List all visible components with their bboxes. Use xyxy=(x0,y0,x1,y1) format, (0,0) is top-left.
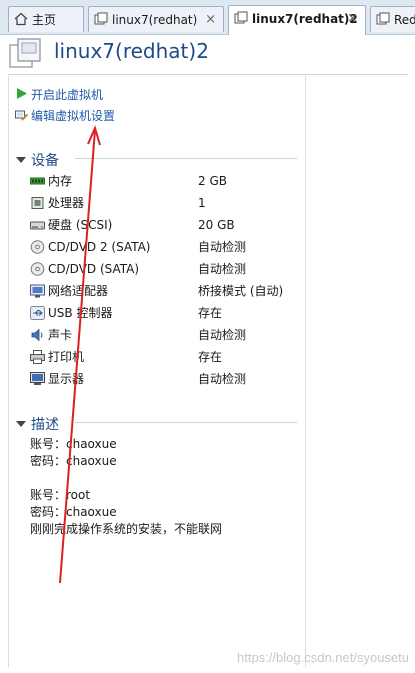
device-value: 自动检测 xyxy=(198,240,247,254)
device-row-hard-disk[interactable]: 硬盘 (SCSI) 20 GB xyxy=(30,215,290,235)
description-section-header[interactable]: 描述 xyxy=(16,414,59,434)
device-name: 硬盘 (SCSI) xyxy=(48,218,113,232)
device-name: 内存 xyxy=(48,174,73,188)
description-line: 密码：chaoxue xyxy=(30,505,117,519)
device-value: 存在 xyxy=(198,350,223,364)
device-row-usb-controller[interactable]: USB 控制器 存在 xyxy=(30,303,290,323)
device-row-network-adapter[interactable]: 网络适配器 桥接模式 (自动) xyxy=(30,281,290,301)
play-icon xyxy=(17,88,27,99)
power-on-vm-link[interactable]: 开启此虚拟机 xyxy=(17,86,104,103)
device-row-processor[interactable]: 处理器 1 xyxy=(30,193,290,213)
edit-vm-settings-link[interactable]: 编辑虚拟机设置 xyxy=(15,107,116,124)
description-line: 账号：chaoxue xyxy=(30,437,117,451)
device-row-sound-card[interactable]: 声卡 自动检测 xyxy=(30,325,290,345)
tab-label: linux7(redhat) xyxy=(112,13,198,27)
tab-red-truncated[interactable]: Red xyxy=(370,6,415,32)
device-name: 声卡 xyxy=(48,328,73,342)
device-value: 自动检测 xyxy=(198,262,247,276)
collapse-triangle-icon xyxy=(16,157,26,163)
devices-section-title: 设备 xyxy=(31,153,59,169)
vm-tab-icon xyxy=(94,12,108,25)
device-name: 打印机 xyxy=(48,350,85,364)
device-row-memory[interactable]: 内存 2 GB xyxy=(30,171,290,191)
device-row-cd-dvd-2[interactable]: CD/DVD 2 (SATA) 自动检测 xyxy=(30,237,290,257)
device-value: 20 GB xyxy=(198,218,235,232)
device-name: 处理器 xyxy=(48,196,85,210)
description-line: 账号：root xyxy=(30,488,91,502)
device-row-display[interactable]: 显示器 自动检测 xyxy=(30,369,290,389)
edit-settings-icon xyxy=(15,110,28,121)
memory-icon xyxy=(30,177,45,185)
usb-icon xyxy=(30,306,45,320)
tab-linux7-redhat[interactable]: linux7(redhat) × xyxy=(88,6,224,32)
edit-vm-settings-label: 编辑虚拟机设置 xyxy=(31,109,116,123)
printer-icon xyxy=(30,350,45,364)
tab-home[interactable]: 主页 xyxy=(8,6,84,32)
device-value: 自动检测 xyxy=(198,328,247,342)
device-name: USB 控制器 xyxy=(48,306,113,320)
cd-dvd-icon xyxy=(30,262,45,276)
device-value: 自动检测 xyxy=(198,372,247,386)
device-row-cd-dvd[interactable]: CD/DVD (SATA) 自动检测 xyxy=(30,259,290,279)
device-value: 1 xyxy=(198,196,206,210)
device-name: 显示器 xyxy=(48,372,85,386)
divider xyxy=(75,158,297,159)
device-name: CD/DVD (SATA) xyxy=(48,262,140,276)
cd-dvd-icon xyxy=(30,240,45,254)
divider xyxy=(8,74,408,75)
description-line: 密码：chaoxue xyxy=(30,454,117,468)
device-value: 存在 xyxy=(198,306,223,320)
divider xyxy=(75,422,297,423)
tab-label: linux7(redhat)2 xyxy=(252,12,358,26)
tab-label: Red xyxy=(394,13,415,27)
processor-icon xyxy=(31,197,44,209)
description-section-title: 描述 xyxy=(31,417,59,433)
vm-title: linux7(redhat)2 xyxy=(54,39,209,63)
device-row-printer[interactable]: 打印机 存在 xyxy=(30,347,290,367)
home-icon xyxy=(14,12,28,26)
power-on-vm-label: 开启此虚拟机 xyxy=(31,88,104,102)
collapse-triangle-icon xyxy=(16,421,26,427)
device-name: CD/DVD 2 (SATA) xyxy=(48,240,151,254)
devices-section-header[interactable]: 设备 xyxy=(16,150,59,170)
display-icon xyxy=(30,372,45,385)
close-icon[interactable]: × xyxy=(205,7,216,32)
close-icon[interactable]: × xyxy=(347,6,358,32)
watermark: https://blog.csdn.net/syousetu xyxy=(237,650,409,665)
tab-bar: 主页 linux7(redhat) × linux7(redhat)2 × Re… xyxy=(0,0,415,35)
tab-linux7-redhat2[interactable]: linux7(redhat)2 × xyxy=(228,5,366,35)
virtual-machine-icon xyxy=(9,38,41,68)
sound-card-icon xyxy=(31,328,43,342)
description-line: 刚刚完成操作系统的安装，不能联网 xyxy=(30,522,223,536)
hard-disk-icon xyxy=(30,221,45,230)
vm-tab-icon xyxy=(234,11,248,24)
device-name: 网络适配器 xyxy=(48,284,109,298)
device-value: 桥接模式 (自动) xyxy=(198,284,284,298)
tab-home-label: 主页 xyxy=(32,13,57,27)
network-adapter-icon xyxy=(30,284,45,298)
vm-tab-icon xyxy=(376,12,390,25)
device-value: 2 GB xyxy=(198,174,227,188)
